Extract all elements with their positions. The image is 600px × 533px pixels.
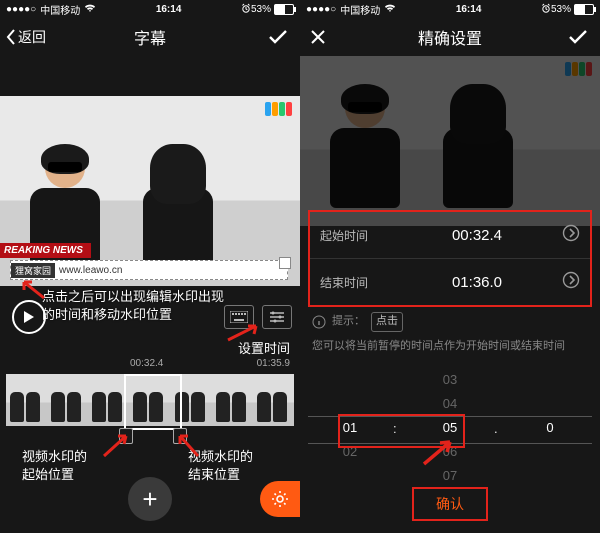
video-preview-dimmed [300, 56, 600, 226]
play-button[interactable] [12, 300, 46, 334]
battery-pct: 53% [251, 4, 271, 15]
back-button[interactable]: 返回 [6, 27, 46, 47]
confirm-button-bottom[interactable]: 确认 [412, 487, 488, 521]
hint-post: 您可以将当前暂停的时间点作为开始时间或结束时间 [312, 338, 565, 356]
carrier-label: 中国移动 [340, 2, 380, 17]
picker-col-sec[interactable]: 0304 05 0607 [400, 368, 500, 490]
hint-chip: 点击 [371, 312, 403, 332]
battery-icon [574, 4, 594, 15]
end-time-value: 01:36.0 [392, 274, 562, 291]
back-label: 返回 [18, 27, 46, 47]
apply-start-icon[interactable] [562, 224, 580, 247]
settings-button[interactable] [260, 481, 300, 517]
set-time-label: 设置时间 [238, 338, 290, 357]
breaking-news-banner: REAKING NEWS [0, 243, 91, 258]
timeline-end-time: 01:35.9 [257, 358, 290, 369]
end-time-row[interactable]: 结束时间 01:36.0 [310, 259, 590, 305]
signal-icon: ●●●●○ [6, 4, 36, 15]
video-preview[interactable]: REAKING NEWS 狸窝家园 www.leawo.cn [0, 96, 300, 286]
keyboard-button[interactable] [224, 305, 254, 329]
confirm-button[interactable] [268, 29, 288, 45]
nav-title: 字幕 [134, 25, 166, 49]
battery-pct: 53% [551, 4, 571, 15]
range-start-handle[interactable] [119, 428, 133, 444]
watermark-text: www.leawo.cn [59, 265, 122, 276]
picker-sep-dot: . [494, 416, 498, 442]
clock: 16:14 [456, 4, 482, 15]
carrier-label: 中国移动 [40, 2, 80, 17]
wifi-icon [384, 3, 396, 16]
alarm-icon [541, 3, 551, 16]
end-time-label: 结束时间 [320, 274, 392, 291]
nav-title: 精确设置 [418, 25, 482, 49]
signal-icon: ●●●●○ [306, 4, 336, 15]
watermark-tag: 狸窝家园 [11, 263, 55, 278]
alarm-icon [241, 3, 251, 16]
hint-pre: 提示： [332, 313, 365, 331]
picker-col-frac[interactable]: 0 [500, 368, 600, 490]
clock: 16:14 [156, 4, 182, 15]
confirm-button[interactable] [568, 29, 588, 45]
watermark-box[interactable]: 狸窝家园 www.leawo.cn [10, 260, 288, 280]
hint-row: 提示： 点击 您可以将当前暂停的时间点作为开始时间或结束时间 [312, 312, 588, 355]
nav-bar: 精确设置 [300, 18, 600, 56]
tencent-video-icon [265, 102, 292, 116]
selection-range[interactable] [124, 374, 182, 430]
picker-col-min[interactable]: 01 02 [300, 368, 400, 490]
battery-icon [274, 4, 294, 15]
wifi-icon [84, 3, 96, 16]
nav-bar: 返回 字幕 [0, 18, 300, 56]
status-bar: ●●●●○ 中国移动 16:14 53% [0, 0, 300, 18]
status-bar: ●●●●○ 中国移动 16:14 53% [300, 0, 600, 18]
info-icon [312, 315, 326, 329]
start-time-value: 00:32.4 [392, 227, 562, 244]
time-rows-highlight: 起始时间 00:32.4 结束时间 01:36.0 [308, 210, 592, 307]
resize-handle[interactable] [279, 257, 291, 269]
timeline-start-time: 00:32.4 [130, 358, 163, 369]
time-picker[interactable]: 01 02 0304 05 0607 0 : . [300, 368, 600, 490]
picker-sep-colon: : [393, 416, 397, 442]
apply-end-icon[interactable] [562, 271, 580, 294]
start-time-label: 起始时间 [320, 227, 392, 244]
add-button[interactable]: + [128, 477, 172, 521]
time-settings-button[interactable] [262, 305, 292, 329]
tencent-video-icon [565, 62, 592, 76]
start-time-row[interactable]: 起始时间 00:32.4 [310, 212, 590, 259]
annotation-end: 视频水印的 结束位置 [188, 448, 253, 483]
close-button[interactable] [310, 29, 326, 45]
annotation-start: 视频水印的 起始位置 [22, 448, 87, 483]
range-end-handle[interactable] [173, 428, 187, 444]
